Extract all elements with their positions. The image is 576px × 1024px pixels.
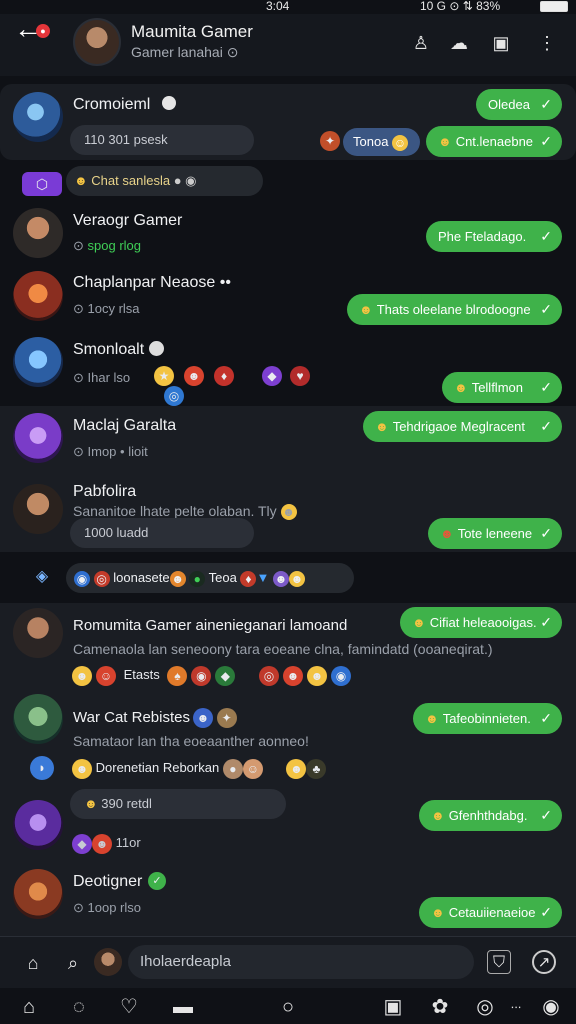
app-icon[interactable]: ◈ <box>22 565 62 589</box>
nav-heart-icon[interactable]: ♡ <box>116 994 142 1020</box>
contact-name: Pabfolira <box>73 483 137 500</box>
avatar <box>13 208 63 258</box>
fire-icon: ✦ <box>320 131 340 151</box>
reply-icon[interactable]: ◗ <box>30 756 54 780</box>
contact-name: Chaplanpar Neaose •• <box>73 274 231 291</box>
action-button[interactable]: Phe Fteladago. ✓ <box>426 221 562 252</box>
contact-name: Cromoieml <box>73 96 151 113</box>
contact-status: ⊙ 1ocy rlsa <box>73 301 140 316</box>
chat-section-chip[interactable]: ◉ ◎ loonasete ☻ ● Teoa ♦ ▼ ☻ ☻ <box>66 563 354 593</box>
contact-name: Veraogr Gamer <box>73 212 183 229</box>
contact-status: ⊙ 1oop rlso <box>73 900 141 915</box>
page-subtitle: Gamer lanahai ⊙ <box>131 44 239 60</box>
avatar <box>13 800 63 850</box>
avatar <box>13 608 63 658</box>
contact-name: Maclaj Garalta <box>73 417 177 434</box>
avatar <box>13 694 63 744</box>
compass-icon[interactable]: ↗ <box>532 950 556 974</box>
action-button[interactable]: ☻ Cifiat heleaooigas. ✓ <box>400 607 562 638</box>
preview-pill: 110 301 psesk <box>70 125 254 155</box>
preview-pill: 1000 luadd <box>70 518 254 548</box>
nav-puzzle-icon[interactable]: ✿ <box>427 994 453 1020</box>
emoji-row: ☻ ☺ Etasts ♠ ◉ ◆ ◎ ☻ ☻ ◉ <box>72 666 351 690</box>
status-time: 3:04 <box>266 0 290 13</box>
person-icon[interactable]: ♙ <box>410 32 432 54</box>
avatar[interactable] <box>73 18 121 66</box>
avatar <box>13 869 63 919</box>
action-button[interactable]: ☻ Tote leneene ✓ <box>428 518 562 549</box>
action-button[interactable]: ☻ Tellflmon ✓ <box>442 372 562 403</box>
nav-more-icon[interactable]: ∙∙∙ <box>503 994 529 1020</box>
contact-name: Smonloalt <box>73 341 145 358</box>
message-preview: Camenaola lan seneoony tara eoeane clna,… <box>73 641 493 657</box>
avatar <box>13 484 63 534</box>
crop-icon[interactable]: ▣ <box>490 32 512 54</box>
preview-pill: ☻ 390 retdl <box>70 789 286 819</box>
nav-recent-icon[interactable]: ▬ <box>170 994 196 1020</box>
page-title: Maumita Gamer <box>131 22 253 41</box>
more-icon[interactable]: ⋮ <box>536 32 558 54</box>
verified-icon <box>162 96 176 110</box>
shield-icon[interactable]: ⛉ <box>487 950 511 974</box>
emoji-row: ☻ Dorenetian Reborkan ● ☺ ☻ ♣ <box>72 756 327 780</box>
action-button[interactable]: ☻ Cetauiienaeioe ✓ <box>419 897 562 928</box>
message-input[interactable]: Iholaerdeapla <box>128 945 474 979</box>
avatar[interactable] <box>94 948 122 976</box>
nav-settings-icon[interactable]: ◉ <box>538 994 564 1020</box>
action-button[interactable]: ☻ Tehdrigaoe Meglracent ✓ <box>363 411 562 442</box>
contact-status: ⊙ Ihar lso <box>73 370 131 385</box>
nav-home-icon[interactable]: ⌂ <box>16 994 42 1020</box>
emoji-row: ★ ☻ ♦ ◆ ♥◎ <box>154 366 329 406</box>
avatar <box>13 271 63 321</box>
status-indicators: 10 G ⊙ ⇅ 83% <box>420 0 501 13</box>
app-icon[interactable]: ⬡ <box>22 172 62 196</box>
verified-icon: ✓ <box>148 872 166 890</box>
chat-button[interactable]: ☻ Cnt.lenaebne ✓ <box>426 126 562 157</box>
notification-badge: ● <box>36 24 50 38</box>
contact-status: ⊙ spog rlog <box>73 238 141 253</box>
status-chip[interactable]: Tonoa ☺ <box>343 128 420 156</box>
action-button[interactable]: ☻ Gfenhthdabg. ✓ <box>419 800 562 831</box>
verified-icon <box>149 341 164 356</box>
nav-flag-icon[interactable]: ▣ <box>380 994 406 1020</box>
home-icon[interactable]: ⌂ <box>20 950 46 976</box>
accept-button[interactable]: Oledea ✓ <box>476 89 562 120</box>
avatar <box>13 337 63 387</box>
emoji-row: ◆ ☻ 11or <box>72 831 141 855</box>
battery-icon <box>540 1 568 12</box>
action-button[interactable]: ☻ Tafeobinnieten. ✓ <box>413 703 562 734</box>
nav-timer-icon[interactable]: ◎ <box>472 994 498 1020</box>
puzzle-icon[interactable]: ☁ <box>448 32 470 54</box>
action-button[interactable]: ☻ Thats oleelane blrodoogne ✓ <box>347 294 562 325</box>
search-icon[interactable]: ⌕ <box>60 950 86 976</box>
nav-chat-icon[interactable]: ◌ <box>66 994 92 1020</box>
contact-name: War Cat Rebistes <box>73 709 190 726</box>
avatar <box>13 413 63 463</box>
message-preview: Samataor lan tha eoeaanther aonneo! <box>73 733 309 749</box>
contact-name: Romumita Gamer ainenieganari lamoand <box>73 617 348 634</box>
nav-circle-icon[interactable]: ○ <box>275 994 301 1020</box>
contact-status: ⊙ Imop • lioit <box>73 444 148 459</box>
chat-section-chip[interactable]: ☻ Chat sanlesla ● ◉ <box>66 166 263 196</box>
contact-name: Deotigner <box>73 873 143 890</box>
avatar <box>13 92 63 142</box>
emoji-pair: ☻ ✦ <box>193 708 237 728</box>
status-bar: 3:04 10 G ⊙ ⇅ 83% <box>0 0 576 14</box>
